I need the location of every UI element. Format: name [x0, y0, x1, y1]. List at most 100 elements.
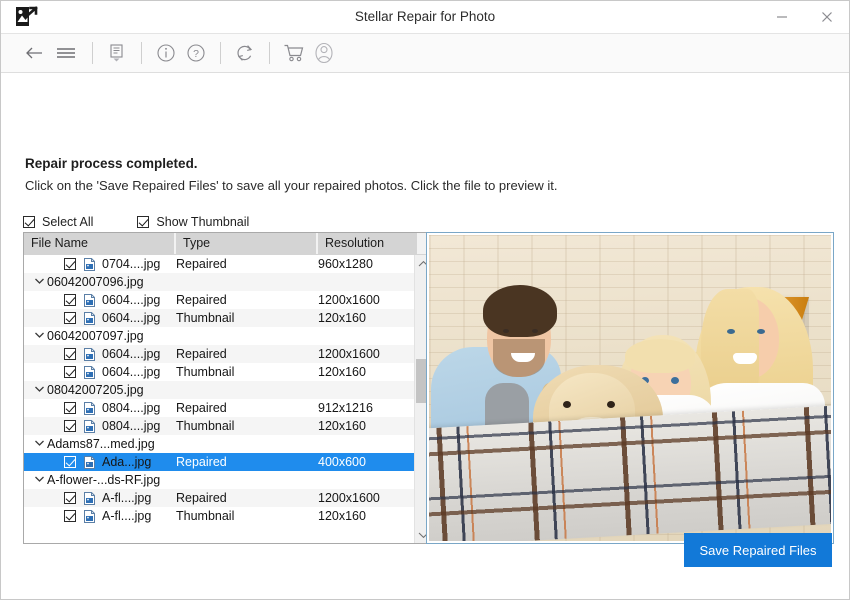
table-row[interactable]: A-fl....jpg Thumbnail 120x160: [24, 507, 431, 525]
toolbar-separator: [141, 42, 142, 64]
file-name-cell[interactable]: A-fl....jpg: [24, 507, 174, 525]
chevron-down-icon[interactable]: [31, 475, 47, 486]
row-checkbox[interactable]: [64, 420, 76, 432]
file-resolution-cell: 1200x1600: [318, 293, 380, 307]
info-icon[interactable]: [151, 38, 181, 68]
file-name-cell[interactable]: 0804....jpg: [24, 399, 174, 417]
file-name-label: 0604....jpg: [102, 365, 161, 379]
group-file-name: 08042007205.jpg: [47, 383, 144, 397]
table-row[interactable]: Ada...jpg Repaired 400x600: [24, 453, 431, 471]
main-content: Repair process completed. Click on the '…: [1, 73, 849, 599]
file-group-row[interactable]: Adams87...med.jpg: [24, 435, 431, 453]
select-all-checkbox[interactable]: [23, 216, 35, 228]
file-group-row[interactable]: 06042007097.jpg: [24, 327, 431, 345]
file-name-cell[interactable]: 0604....jpg: [24, 363, 174, 381]
group-file-name: Adams87...med.jpg: [47, 437, 155, 451]
man-hair: [483, 285, 557, 337]
file-type-cell: Thumbnail: [176, 509, 235, 523]
file-name-cell[interactable]: 0804....jpg: [24, 417, 174, 435]
help-icon[interactable]: ?: [181, 38, 211, 68]
show-thumbnail-checkbox[interactable]: [137, 216, 150, 228]
menu-icon[interactable]: [49, 38, 83, 68]
file-type-cell: Repaired: [176, 293, 227, 307]
log-report-icon[interactable]: [102, 38, 132, 68]
file-resolution-cell: 960x1280: [318, 257, 373, 271]
row-checkbox[interactable]: [64, 510, 76, 522]
chevron-down-icon[interactable]: [31, 331, 47, 342]
file-name-label: Ada...jpg: [102, 455, 152, 469]
group-file-name: A-flower-...ds-RF.jpg: [47, 473, 161, 487]
chevron-down-icon[interactable]: [31, 385, 47, 396]
file-name-cell[interactable]: A-fl....jpg: [24, 489, 174, 507]
toolbar-separator: [92, 42, 93, 64]
row-checkbox[interactable]: [64, 312, 76, 324]
row-checkbox[interactable]: [64, 366, 76, 378]
family-with-golden-retriever-photo: [429, 235, 831, 541]
file-type-cell: Thumbnail: [176, 311, 235, 325]
girl-bangs: [625, 339, 695, 373]
file-name-label: 0804....jpg: [102, 401, 161, 415]
table-row[interactable]: 0604....jpg Thumbnail 120x160: [24, 363, 431, 381]
row-checkbox[interactable]: [64, 402, 76, 414]
plaid-blanket: [429, 405, 831, 541]
file-name-label: A-fl....jpg: [102, 491, 152, 505]
table-row[interactable]: A-fl....jpg Repaired 1200x1600: [24, 489, 431, 507]
file-resolution-cell: 400x600: [316, 453, 417, 471]
chevron-down-icon[interactable]: [31, 439, 47, 450]
file-name-cell[interactable]: Ada...jpg: [24, 453, 174, 471]
file-name-cell[interactable]: 0704....jpg: [24, 255, 174, 273]
file-type-cell: Repaired: [176, 491, 227, 505]
row-checkbox[interactable]: [64, 456, 76, 468]
image-file-icon: [84, 491, 95, 505]
close-button[interactable]: [804, 1, 849, 33]
row-checkbox[interactable]: [64, 258, 76, 270]
file-group-row[interactable]: A-flower-...ds-RF.jpg: [24, 471, 431, 489]
file-group-row[interactable]: 06042007096.jpg: [24, 273, 431, 291]
man-eye-left: [503, 329, 509, 333]
file-type-cell: Thumbnail: [176, 419, 235, 433]
table-row[interactable]: 0604....jpg Repaired 1200x1600: [24, 345, 431, 363]
row-checkbox[interactable]: [64, 492, 76, 504]
file-list-panel: File Name Type Resolution 0704....jpg Rep…: [23, 232, 432, 544]
table-row[interactable]: 0604....jpg Repaired 1200x1600: [24, 291, 431, 309]
file-name-cell[interactable]: 0604....jpg: [24, 345, 174, 363]
list-options: Select All Show Thumbnail: [23, 215, 249, 229]
cart-icon[interactable]: [279, 38, 309, 68]
column-header-file-name[interactable]: File Name: [24, 233, 174, 254]
row-checkbox[interactable]: [64, 294, 76, 306]
minimize-button[interactable]: [759, 1, 804, 33]
file-type-cell: Thumbnail: [176, 365, 235, 379]
file-list-body[interactable]: 0704....jpg Repaired 960x1280 06042007096.j…: [24, 255, 431, 543]
back-icon[interactable]: [19, 38, 49, 68]
file-name-cell[interactable]: 0604....jpg: [24, 291, 174, 309]
table-row[interactable]: 0804....jpg Thumbnail 120x160: [24, 417, 431, 435]
file-group-row[interactable]: 08042007205.jpg: [24, 381, 431, 399]
column-header-resolution[interactable]: Resolution: [318, 233, 417, 254]
file-type-cell: Repaired: [176, 401, 227, 415]
table-row[interactable]: 0704....jpg Repaired 960x1280: [24, 255, 431, 273]
image-preview-panel[interactable]: [426, 232, 834, 544]
account-icon[interactable]: [309, 38, 339, 68]
file-type-cell: Repaired: [176, 257, 227, 271]
man-eye-right: [532, 329, 538, 333]
save-repaired-files-button[interactable]: Save Repaired Files: [684, 533, 832, 567]
refresh-icon[interactable]: [230, 38, 260, 68]
column-header-type[interactable]: Type: [176, 233, 316, 254]
file-name-label: 0604....jpg: [102, 311, 161, 325]
row-checkbox[interactable]: [64, 348, 76, 360]
file-name-cell[interactable]: 0604....jpg: [24, 309, 174, 327]
file-name-label: 0704....jpg: [102, 257, 161, 271]
image-file-icon: [84, 365, 95, 379]
girl-eye-right: [671, 377, 679, 384]
window-controls: [759, 1, 849, 33]
image-file-icon: [84, 509, 95, 523]
image-file-icon: [84, 401, 95, 415]
window-title: Stellar Repair for Photo: [354, 9, 496, 24]
image-file-icon: [84, 347, 95, 361]
table-row[interactable]: 0604....jpg Thumbnail 120x160: [24, 309, 431, 327]
woman-eye-right: [757, 329, 765, 334]
chevron-down-icon[interactable]: [31, 277, 47, 288]
image-file-icon: [84, 257, 95, 271]
status-message-title: Repair process completed.: [25, 156, 198, 171]
table-row[interactable]: 0804....jpg Repaired 912x1216: [24, 399, 431, 417]
